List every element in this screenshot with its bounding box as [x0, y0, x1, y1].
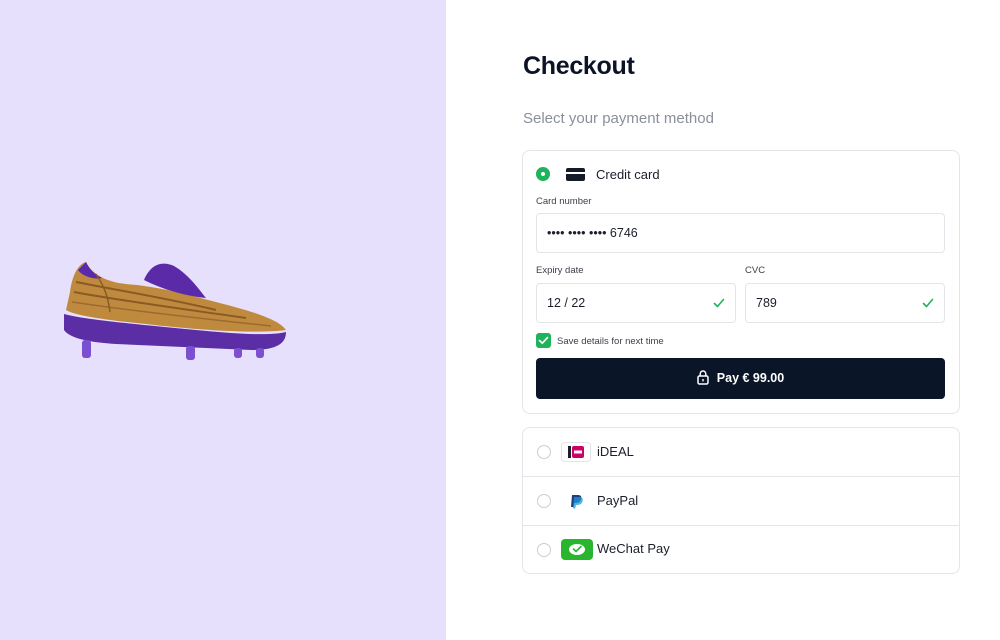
paypal-logo-icon — [561, 491, 591, 511]
save-details-checkbox[interactable] — [536, 333, 551, 348]
page-title: Checkout — [523, 52, 635, 80]
card-number-value: •••• •••• •••• 6746 — [547, 226, 638, 240]
ideal-radio[interactable] — [537, 445, 551, 459]
credit-card-label: Credit card — [596, 167, 660, 182]
football-boot-image — [64, 262, 286, 360]
payment-method-wechat-pay[interactable]: WeChat Pay — [523, 526, 959, 574]
cvc-input[interactable]: 789 — [745, 283, 945, 323]
cvc-label: CVC — [745, 265, 766, 276]
paypal-radio[interactable] — [537, 494, 551, 508]
credit-card-icon — [566, 168, 585, 181]
lock-icon — [697, 370, 709, 385]
save-details-label: Save details for next time — [557, 336, 664, 347]
ideal-label: iDEAL — [597, 444, 634, 459]
page-subtitle: Select your payment method — [523, 110, 714, 127]
checkmark-icon — [538, 336, 549, 345]
paypal-label: PayPal — [597, 493, 639, 508]
credit-card-radio[interactable] — [536, 167, 550, 181]
ideal-logo-icon — [561, 442, 591, 462]
expiry-date-label: Expiry date — [536, 265, 584, 276]
card-number-input[interactable]: •••• •••• •••• 6746 — [536, 213, 945, 253]
product-panel — [0, 0, 446, 640]
expiry-date-value: 12 / 22 — [547, 296, 586, 310]
wechat-pay-label: WeChat Pay — [597, 541, 670, 556]
wechat-pay-radio[interactable] — [537, 543, 551, 557]
payment-method-paypal[interactable]: PayPal — [523, 477, 959, 526]
check-icon — [922, 298, 934, 308]
pay-button-label: Pay € 99.00 — [716, 371, 785, 385]
wechat-pay-logo-icon — [561, 539, 593, 560]
check-icon — [713, 298, 725, 308]
expiry-date-input[interactable]: 12 / 22 — [536, 283, 736, 323]
pay-button[interactable]: Pay € 99.00 — [536, 358, 945, 399]
payment-method-ideal[interactable]: iDEAL — [523, 428, 959, 477]
payment-methods-list: iDEAL PayPal WeChat Pay — [522, 427, 960, 574]
cvc-value: 789 — [756, 296, 777, 310]
card-number-label: Card number — [536, 196, 592, 207]
